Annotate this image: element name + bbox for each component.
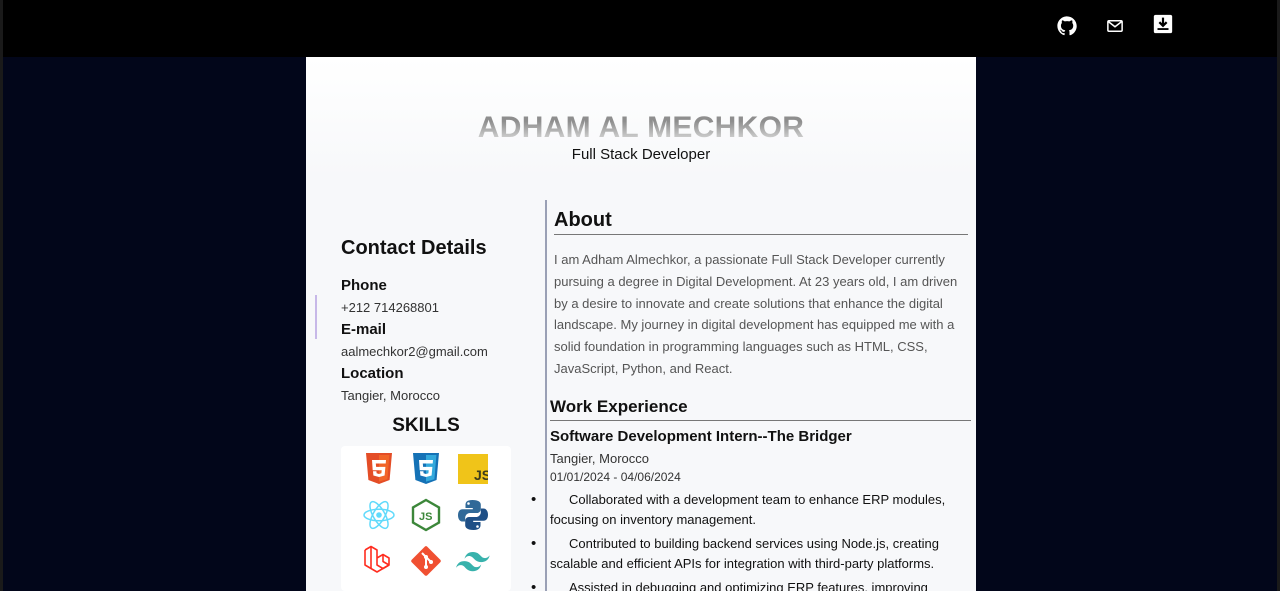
email-value: aalmechkor2@gmail.com [341, 344, 488, 359]
resume-name: ADHAM AL MECHKOR [306, 111, 976, 145]
python-icon [456, 498, 490, 532]
phone-label: Phone [341, 277, 387, 294]
scroll-accent-mark [315, 295, 317, 339]
tailwind-icon [456, 544, 490, 578]
location-label: Location [341, 365, 404, 382]
about-rule [554, 234, 968, 235]
nodejs-icon: JS [409, 498, 443, 532]
svg-text:JS: JS [474, 467, 488, 483]
svg-text:JS: JS [419, 511, 432, 523]
work-experience-heading: Work Experience [550, 397, 688, 416]
list-item: Collaborated with a development team to … [531, 490, 970, 530]
contact-details-heading: Contact Details [341, 237, 487, 259]
work-experience-rule [550, 420, 971, 421]
top-navigation-bar [0, 0, 1280, 591]
mail-icon[interactable] [1103, 14, 1127, 38]
skills-heading: SKILLS [392, 415, 460, 436]
location-value: Tangier, Morocco [341, 388, 440, 403]
column-divider [545, 200, 547, 591]
job-location: Tangier, Morocco [550, 451, 649, 466]
github-icon[interactable] [1055, 14, 1079, 38]
job-title: Software Development Intern--The Bridger [550, 428, 852, 445]
download-icon[interactable] [1151, 12, 1175, 36]
email-label: E-mail [341, 321, 387, 338]
git-icon [409, 544, 443, 578]
resume-role: Full Stack Developer [571, 146, 711, 163]
css3-icon [409, 452, 443, 486]
about-heading: About [554, 209, 612, 231]
skills-grid: JS JS [341, 446, 511, 591]
react-icon [362, 498, 396, 532]
phone-value: +212 714268801 [341, 300, 439, 315]
html5-icon [362, 452, 396, 486]
window-edge-left [0, 0, 3, 591]
list-item: Contributed to building backend services… [531, 534, 970, 574]
about-paragraph: I am Adham Almechkor, a passionate Full … [554, 252, 958, 376]
laravel-icon [362, 544, 396, 578]
javascript-icon: JS [456, 452, 490, 486]
job-responsibilities-list: Collaborated with a development team to … [531, 490, 970, 591]
job-dates: 01/01/2024 - 04/06/2024 [550, 470, 681, 484]
list-item: Assisted in debugging and optimizing ERP… [531, 578, 970, 591]
resume-card: ADHAM AL MECHKOR Full Stack Developer Co… [306, 57, 976, 591]
